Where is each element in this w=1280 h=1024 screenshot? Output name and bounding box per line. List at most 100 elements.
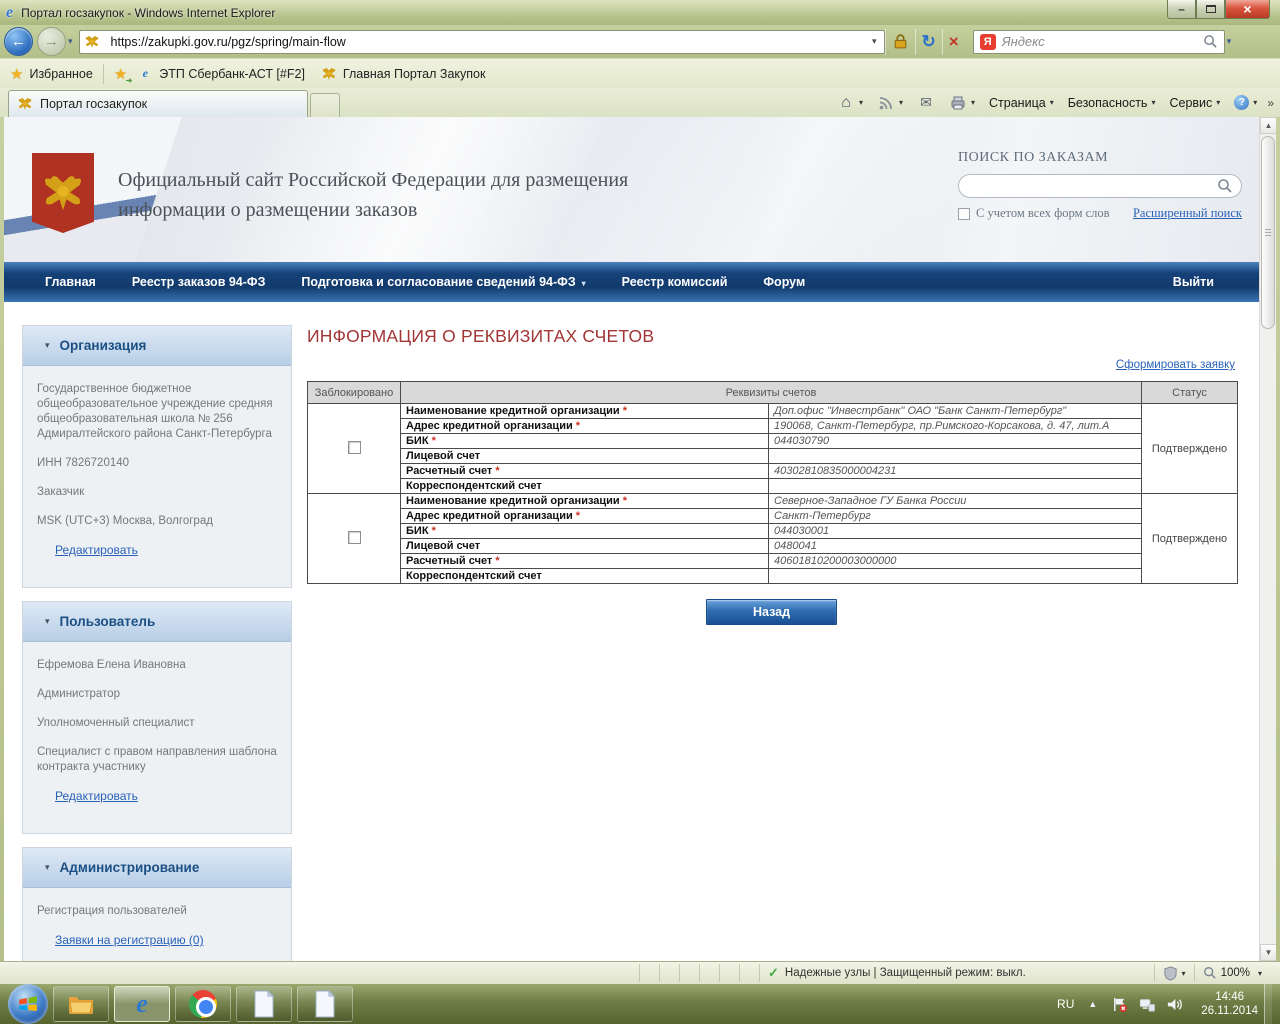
taskbar-internet-explorer[interactable]: e: [114, 986, 170, 1022]
nav-item-главная[interactable]: Главная: [45, 275, 96, 289]
show-desktop-button[interactable]: [1264, 984, 1272, 1024]
advanced-search-link[interactable]: Расширенный поиск: [1133, 206, 1242, 221]
new-tab-stub[interactable]: [310, 93, 340, 117]
language-indicator[interactable]: RU: [1057, 997, 1074, 1011]
scroll-up-button[interactable]: ▲: [1260, 117, 1276, 134]
back-button-page[interactable]: Назад: [706, 599, 837, 625]
add-favorite-icon[interactable]: ★: [114, 65, 133, 85]
sidebar-section-header[interactable]: ▾ Пользователь: [23, 602, 291, 642]
security-lock[interactable]: [884, 28, 915, 55]
sidebar-link-row: Редактировать: [55, 789, 277, 805]
protected-mode-button[interactable]: ▾: [1153, 964, 1194, 982]
nav-item-форум[interactable]: Форум: [763, 275, 805, 289]
feeds-button[interactable]: ▾: [877, 95, 903, 111]
vertical-scrollbar[interactable]: ▲ ▼: [1259, 117, 1276, 961]
logout-link[interactable]: Выйти: [1173, 275, 1214, 289]
search-engine-box[interactable]: Я Яндекс: [972, 29, 1225, 54]
sidebar-section-header[interactable]: ▾ Организация: [23, 326, 291, 366]
browser-window: e Портал госзакупок - Windows Internet E…: [0, 0, 1280, 984]
stop-icon: ×: [948, 31, 959, 51]
print-button[interactable]: ▾: [949, 95, 975, 111]
chevron-down-icon: ▾: [971, 98, 976, 107]
field-value: Северное-Западное ГУ Банка России: [767, 493, 1143, 509]
sidebar-section: ▾ Организация Государственное бюджетное об…: [22, 325, 292, 588]
field-label: БИК *: [400, 433, 769, 449]
title-bar[interactable]: e Портал госзакупок - Windows Internet E…: [0, 0, 1280, 25]
taskbar-explorer[interactable]: [53, 986, 109, 1022]
zoom-control[interactable]: 100% ▾: [1193, 964, 1270, 982]
search-icon[interactable]: [1217, 178, 1233, 194]
clock[interactable]: 14:46 26.11.2014: [1201, 990, 1258, 1018]
nav-item-подготовка[interactable]: Подготовка и согласование сведений 94-ФЗ…: [301, 275, 585, 289]
network-icon[interactable]: [1138, 996, 1156, 1013]
taskbar-document-1[interactable]: [236, 986, 292, 1022]
sidebar-link[interactable]: Редактировать: [55, 789, 138, 803]
chevron-down-icon: ▾: [858, 98, 863, 107]
maximize-button[interactable]: [1196, 0, 1225, 19]
stop-button[interactable]: ×: [941, 28, 965, 55]
table-row: Расчетный счет * 40601810200003000000: [308, 553, 1238, 569]
site-nav: Главная Реестр заказов 94-ФЗ Подготовка и …: [4, 262, 1259, 302]
nav-item-реестр[interactable]: Реестр комиссий: [622, 275, 728, 289]
back-button[interactable]: ←: [4, 27, 33, 56]
nav-item-реестр[interactable]: Реестр заказов 94-ФЗ: [132, 275, 266, 289]
field-label: Наименование кредитной организации *: [400, 403, 769, 419]
favorite-item-portal[interactable]: Главная Портал Закупок: [321, 66, 485, 82]
table-row: БИК * 044030001: [308, 523, 1238, 539]
ie-icon: e: [6, 3, 14, 21]
search-options-dropdown[interactable]: ▾: [1227, 36, 1232, 47]
window-controls: – ×: [1167, 0, 1270, 19]
taskbar-document-2[interactable]: [297, 986, 353, 1022]
hidden-icons-chevron[interactable]: ▲: [1088, 999, 1097, 1009]
recent-pages-dropdown[interactable]: ▾: [68, 36, 73, 47]
taskbar-chrome[interactable]: [175, 986, 231, 1022]
forward-button[interactable]: →: [37, 27, 66, 56]
table-row: Адрес кредитной организации * 190068, Сан…: [308, 418, 1238, 434]
order-search-input[interactable]: [969, 179, 1217, 193]
sidebar-link[interactable]: Заявки на регистрацию (0): [55, 933, 204, 947]
safety-menu[interactable]: Безопасность ▾: [1068, 96, 1156, 110]
volume-icon[interactable]: [1166, 996, 1183, 1013]
tools-menu[interactable]: Сервис ▾: [1169, 96, 1220, 110]
help-menu[interactable]: ? ▾: [1234, 95, 1257, 110]
status-cell: Подтверждено: [1141, 493, 1239, 584]
blocked-checkbox[interactable]: [347, 530, 361, 544]
sidebar-link[interactable]: Редактировать: [55, 543, 138, 557]
url-text[interactable]: https://zakupki.gov.ru/pgz/spring/main-f…: [111, 35, 869, 49]
safety-menu-label: Безопасность: [1067, 95, 1148, 110]
favorite-item-sberbank[interactable]: e ЭТП Сбербанк-АСТ [#F2]: [137, 66, 305, 82]
more-commands-chevron[interactable]: »: [1267, 96, 1274, 110]
scrollbar-thumb[interactable]: [1261, 136, 1275, 329]
create-request-link[interactable]: Сформировать заявку: [1116, 359, 1235, 371]
close-button[interactable]: ×: [1225, 0, 1270, 19]
table-row: Наименование кредитной организации * Севе…: [307, 493, 1239, 584]
home-button[interactable]: ⌂ ▾: [837, 93, 863, 111]
scroll-down-button[interactable]: ▼: [1260, 944, 1276, 961]
action-center-flag-icon[interactable]: [1111, 996, 1128, 1013]
address-dropdown-icon[interactable]: ▾: [869, 36, 880, 47]
refresh-button[interactable]: ↻: [914, 28, 942, 55]
table-row: Корреспондентский счет: [308, 478, 1238, 494]
minimize-button[interactable]: –: [1167, 0, 1196, 19]
favorites-star-icon[interactable]: ★: [10, 65, 23, 83]
sidebar-section: ▾ Пользователь Ефремова Елена Ивановна Адми…: [22, 601, 292, 834]
sidebar-section-header[interactable]: ▾ Администрирование: [23, 848, 291, 888]
start-button[interactable]: [8, 984, 48, 1024]
tab-portal[interactable]: Портал госзакупок: [8, 90, 308, 117]
chevron-down-icon: ▾: [1257, 968, 1262, 978]
favorites-label[interactable]: Избранное: [29, 67, 92, 81]
word-forms-checkbox[interactable]: [958, 207, 970, 220]
search-icon[interactable]: [1203, 34, 1218, 49]
table-header: Реквизиты счетов: [399, 381, 1143, 404]
required-asterisk: *: [572, 420, 581, 432]
field-value: 190068, Санкт-Петербург, пр.Римского-Кор…: [767, 418, 1143, 434]
blocked-checkbox[interactable]: [347, 440, 361, 454]
page-menu[interactable]: Страница ▾: [989, 96, 1054, 110]
status-bar: ✓ Надежные узлы | Защищенный режим: выкл…: [0, 961, 1280, 984]
help-icon: ?: [1234, 95, 1250, 110]
printer-icon: [949, 95, 967, 111]
address-bar[interactable]: https://zakupki.gov.ru/pgz/spring/main-f…: [78, 29, 885, 54]
order-search-field[interactable]: [958, 174, 1242, 198]
read-mail-button[interactable]: ✉: [917, 94, 935, 111]
home-icon: ⌂: [841, 93, 851, 111]
